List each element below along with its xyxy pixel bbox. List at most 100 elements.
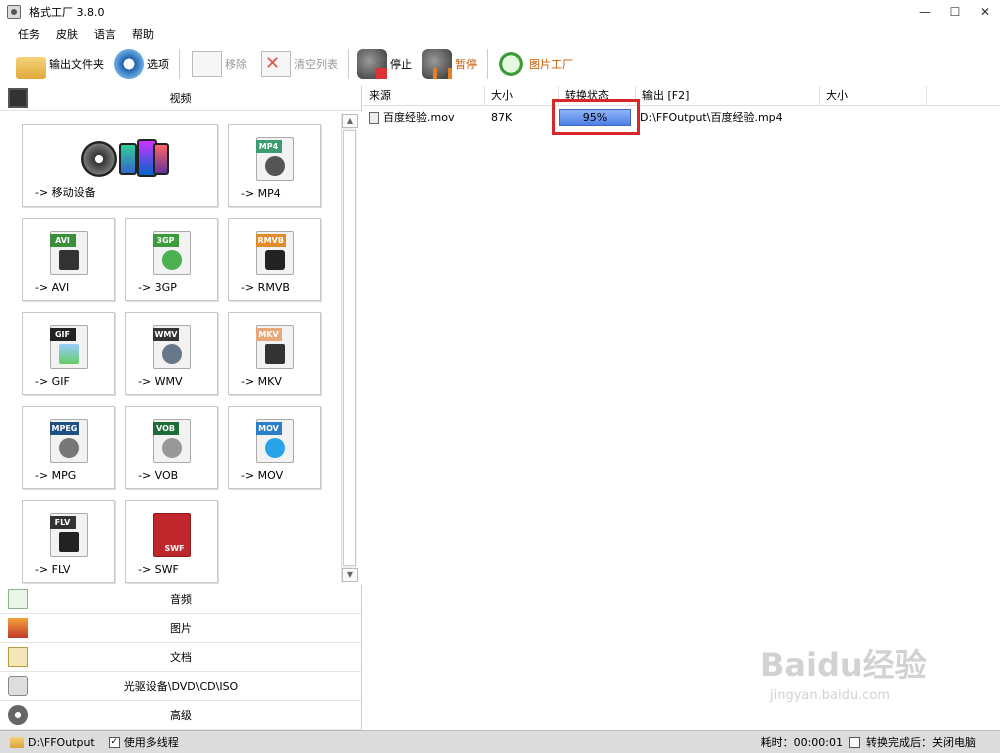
tile-mobile-device[interactable]: -> 移动设备 bbox=[22, 124, 218, 207]
category-panel: 视频 -> 移动设备 MP4 -> MP4 AVI -> AVI 3GP -> … bbox=[0, 86, 362, 730]
output-folder-path[interactable]: D:\FFOutput bbox=[28, 736, 95, 749]
tile-mkv[interactable]: MKV -> MKV bbox=[228, 312, 321, 395]
avi-file-icon: AVI bbox=[49, 231, 88, 275]
tile-3gp[interactable]: 3GP -> 3GP bbox=[125, 218, 218, 301]
pause-button[interactable]: 暂停 bbox=[418, 46, 481, 82]
column-output-size[interactable]: 大小 bbox=[820, 86, 927, 106]
folder-icon bbox=[16, 57, 46, 79]
output-folder-label: 输出文件夹 bbox=[49, 58, 104, 71]
tile-vob-label: -> VOB bbox=[138, 469, 179, 482]
tile-flv-label: -> FLV bbox=[35, 563, 71, 576]
output-folder-button[interactable]: 输出文件夹 bbox=[12, 46, 108, 82]
category-audio-label: 音频 bbox=[170, 593, 192, 606]
picture-factory-button[interactable]: 图片工厂 bbox=[492, 46, 577, 82]
column-size[interactable]: 大小 bbox=[485, 86, 559, 106]
toolbar-separator bbox=[487, 49, 488, 79]
stop-button[interactable]: 停止 bbox=[353, 46, 416, 82]
close-button[interactable]: ✕ bbox=[970, 0, 1000, 24]
cell-source: 百度经验.mov bbox=[363, 109, 485, 125]
tile-mpg[interactable]: MPEG -> MPG bbox=[22, 406, 115, 489]
scroll-down-arrow-icon[interactable]: ▼ bbox=[342, 568, 358, 582]
column-output[interactable]: 输出 [F2] bbox=[636, 86, 820, 106]
task-table-header: 来源 大小 转换状态 输出 [F2] 大小 bbox=[363, 86, 1000, 106]
tile-gif-label: -> GIF bbox=[35, 375, 70, 388]
tile-gif[interactable]: GIF -> GIF bbox=[22, 312, 115, 395]
video-format-grid: -> 移动设备 MP4 -> MP4 AVI -> AVI 3GP -> 3GP… bbox=[0, 111, 362, 585]
menu-help[interactable]: 帮助 bbox=[124, 26, 162, 42]
scroll-thumb[interactable] bbox=[343, 130, 356, 566]
category-document[interactable]: 文档 bbox=[0, 643, 362, 672]
multithread-label: 使用多线程 bbox=[123, 736, 179, 749]
category-scrollbar[interactable]: ▲ ▼ bbox=[341, 114, 358, 582]
category-video[interactable]: 视频 bbox=[0, 86, 361, 111]
tile-flv[interactable]: FLV -> FLV bbox=[22, 500, 115, 583]
category-disc[interactable]: 光驱设备\DVD\CD\ISO bbox=[0, 672, 362, 701]
remove-button[interactable]: 移除 bbox=[184, 46, 251, 82]
wmv-file-icon: WMV bbox=[152, 325, 191, 369]
clear-list-label: 清空列表 bbox=[294, 58, 338, 71]
tile-avi[interactable]: AVI -> AVI bbox=[22, 218, 115, 301]
toolbar-separator bbox=[179, 49, 180, 79]
gif-file-icon: GIF bbox=[49, 325, 88, 369]
category-audio[interactable]: 音频 bbox=[0, 585, 362, 614]
tile-swf[interactable]: SWF -> SWF bbox=[125, 500, 218, 583]
film-icon bbox=[8, 88, 28, 108]
scroll-up-arrow-icon[interactable]: ▲ bbox=[342, 114, 358, 128]
stop-label: 停止 bbox=[390, 58, 412, 71]
toolbar: 输出文件夹 选项 移除 清空列表 停止 暂停 图片工厂 bbox=[0, 44, 1000, 84]
category-advanced-label: 高级 bbox=[170, 709, 192, 722]
mkv-file-icon: MKV bbox=[255, 325, 294, 369]
stop-icon bbox=[357, 49, 387, 79]
clear-list-icon bbox=[261, 51, 291, 77]
table-row[interactable]: 百度经验.mov 87K 95% D:\FFOutput\百度经验.mp4 bbox=[363, 106, 1000, 128]
category-disc-label: 光驱设备\DVD\CD\ISO bbox=[123, 680, 239, 693]
window-title: 格式工厂 3.8.0 bbox=[29, 6, 105, 19]
options-button[interactable]: 选项 bbox=[110, 46, 173, 82]
category-image-label: 图片 bbox=[170, 622, 192, 635]
tile-mov[interactable]: MOV -> MOV bbox=[228, 406, 321, 489]
music-note-icon bbox=[8, 589, 28, 609]
tile-wmv[interactable]: WMV -> WMV bbox=[125, 312, 218, 395]
menu-skin[interactable]: 皮肤 bbox=[48, 26, 86, 42]
clear-list-button[interactable]: 清空列表 bbox=[253, 46, 342, 82]
advanced-reel-icon bbox=[8, 705, 28, 725]
tile-mov-label: -> MOV bbox=[241, 469, 284, 482]
tile-wmv-label: -> WMV bbox=[138, 375, 183, 388]
3gp-file-icon: 3GP bbox=[152, 231, 191, 275]
maximize-button[interactable]: ☐ bbox=[940, 0, 970, 24]
elapsed-time: 耗时：00:00:01 bbox=[760, 736, 843, 749]
disc-drive-icon bbox=[8, 676, 28, 696]
tile-rmvb-label: -> RMVB bbox=[241, 281, 290, 294]
tile-3gp-label: -> 3GP bbox=[138, 281, 177, 294]
category-image[interactable]: 图片 bbox=[0, 614, 362, 643]
tile-vob[interactable]: VOB -> VOB bbox=[125, 406, 218, 489]
tile-swf-label: -> SWF bbox=[138, 563, 179, 576]
swf-file-icon: SWF bbox=[152, 513, 191, 557]
column-source[interactable]: 来源 bbox=[363, 86, 485, 106]
mp4-file-icon: MP4 bbox=[255, 137, 294, 181]
menu-task[interactable]: 任务 bbox=[10, 26, 48, 42]
folder-icon bbox=[10, 736, 24, 748]
minimize-button[interactable]: — bbox=[910, 0, 940, 24]
tile-rmvb[interactable]: RMVB -> RMVB bbox=[228, 218, 321, 301]
menu-bar: 任务 皮肤 语言 帮助 bbox=[0, 24, 1000, 44]
tile-mpg-label: -> MPG bbox=[35, 469, 77, 482]
source-filename: 百度经验.mov bbox=[383, 111, 455, 124]
menu-language[interactable]: 语言 bbox=[86, 26, 124, 42]
picture-icon bbox=[8, 618, 28, 638]
mobile-device-icon bbox=[81, 137, 169, 181]
category-advanced[interactable]: 高级 bbox=[0, 701, 362, 730]
remove-icon bbox=[192, 51, 222, 77]
task-list-panel: 来源 大小 转换状态 输出 [F2] 大小 百度经验.mov 87K 95% D… bbox=[363, 86, 1000, 730]
picture-factory-label: 图片工厂 bbox=[529, 58, 573, 71]
shutdown-checkbox[interactable] bbox=[849, 736, 860, 748]
multithread-checkbox[interactable]: ✓ bbox=[108, 736, 120, 748]
pause-label: 暂停 bbox=[455, 58, 477, 71]
toolbar-separator bbox=[348, 49, 349, 79]
cell-output: D:\FFOutput\百度经验.mp4 bbox=[640, 111, 783, 124]
app-icon bbox=[7, 5, 21, 19]
options-icon bbox=[114, 49, 144, 79]
title-bar: 格式工厂 3.8.0 — ☐ ✕ bbox=[0, 0, 1000, 24]
tile-mp4[interactable]: MP4 -> MP4 bbox=[228, 124, 321, 207]
category-document-label: 文档 bbox=[170, 651, 192, 664]
